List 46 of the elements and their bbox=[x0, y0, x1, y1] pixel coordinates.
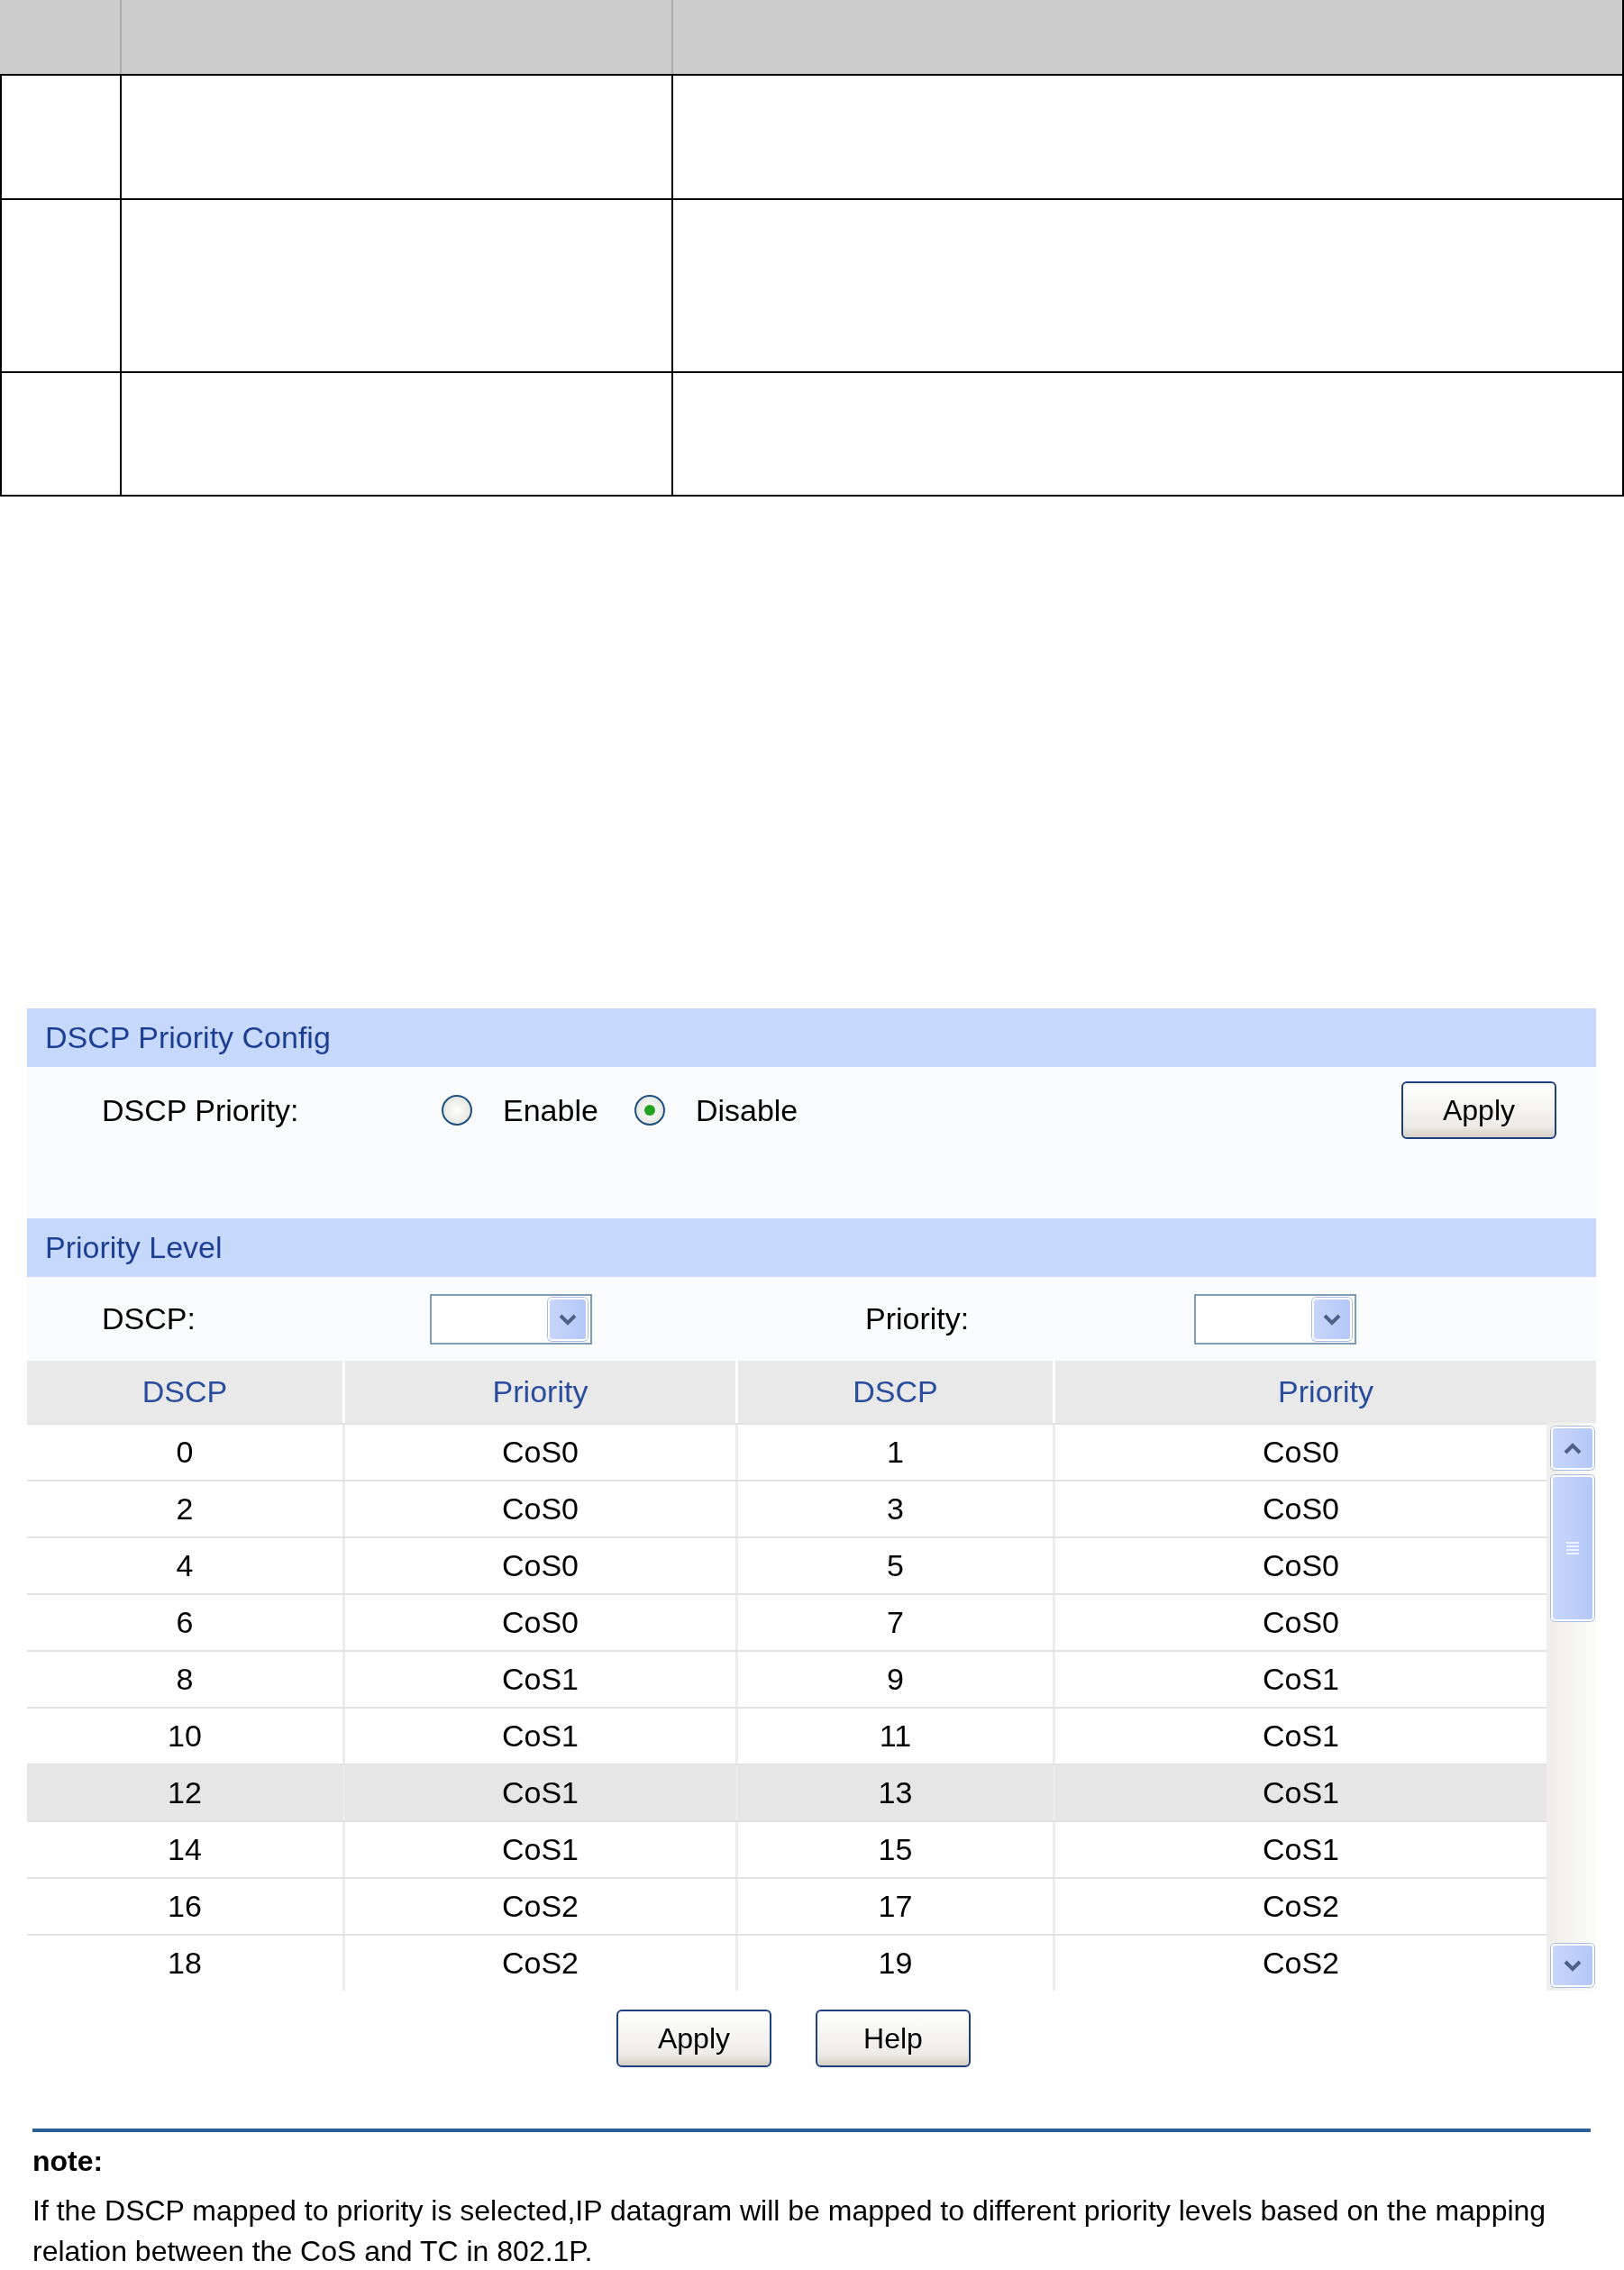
table-cell-text: 12 bbox=[167, 1774, 203, 1811]
down-chevron-icon bbox=[1322, 1312, 1342, 1326]
table-cell-text: 2 bbox=[175, 1491, 195, 1527]
table-cell-text: 4 bbox=[175, 1547, 195, 1584]
column-header: DSCP bbox=[141, 1373, 229, 1410]
dropdown-field[interactable] bbox=[430, 1293, 592, 1345]
section-title: Priority Level bbox=[45, 1230, 223, 1265]
grip-icon bbox=[1565, 1541, 1580, 1555]
table-cell-text: 10 bbox=[167, 1718, 203, 1755]
dropdown-field[interactable] bbox=[1194, 1293, 1356, 1345]
table-row[interactable]: 8 CoS1 9 CoS1 bbox=[27, 1650, 1546, 1707]
table-cell-text: 8 bbox=[175, 1661, 195, 1698]
table-row[interactable]: 4 CoS0 5 CoS0 bbox=[27, 1536, 1546, 1593]
radio-button[interactable] bbox=[442, 1095, 472, 1126]
apply-button[interactable]: Apply bbox=[616, 2010, 771, 2067]
scroll-up-button[interactable] bbox=[1551, 1427, 1594, 1470]
scrollbar-thumb[interactable] bbox=[1551, 1475, 1594, 1621]
radio-label: Enable bbox=[503, 1092, 598, 1128]
table-row[interactable]: 18 CoS2 19 CoS2 bbox=[27, 1934, 1546, 1991]
scroll-down-button[interactable] bbox=[1551, 1944, 1594, 1987]
help-button[interactable]: Help bbox=[816, 2010, 971, 2067]
table-cell-text: 0 bbox=[175, 1434, 195, 1471]
down-chevron-icon bbox=[558, 1312, 578, 1326]
radio-label: Disable bbox=[695, 1092, 798, 1128]
table-cell-text: 14 bbox=[167, 1831, 203, 1868]
table-row[interactable]: 0 CoS0 1 CoS0 bbox=[27, 1423, 1546, 1480]
table-cell-text: 16 bbox=[167, 1888, 203, 1925]
section-title: DSCP Priority Config bbox=[45, 1020, 331, 1055]
radio-button[interactable] bbox=[634, 1095, 665, 1126]
field-label: DSCP: bbox=[102, 1301, 196, 1336]
field-label: Priority: bbox=[865, 1301, 971, 1336]
table-cell-text: 6 bbox=[175, 1604, 195, 1641]
note-text: If the DSCP mapped to priority is selected,IP datagram will be mapped to different priority levels based on the mapping relation between the CoS and TC in 802.1P. bbox=[32, 2193, 1547, 2269]
table-row[interactable]: 12 CoS1 13 CoS1 bbox=[27, 1764, 1546, 1820]
up-chevron-icon bbox=[1563, 1442, 1583, 1454]
table-row[interactable]: 16 CoS2 17 CoS2 bbox=[27, 1877, 1546, 1934]
note-title: note: bbox=[32, 2145, 105, 2178]
down-chevron-icon bbox=[1563, 1959, 1583, 1972]
table-row[interactable]: 14 CoS1 15 CoS1 bbox=[27, 1820, 1546, 1877]
field-label: DSCP Priority: bbox=[102, 1092, 300, 1128]
table-row[interactable]: 10 CoS1 11 CoS1 bbox=[27, 1707, 1546, 1764]
apply-button[interactable]: Apply bbox=[1401, 1081, 1556, 1139]
table-row[interactable]: 6 CoS0 7 CoS0 bbox=[27, 1593, 1546, 1650]
table-row[interactable]: 2 CoS0 3 CoS0 bbox=[27, 1480, 1546, 1536]
scrollbar[interactable] bbox=[1546, 1423, 1596, 1991]
table-cell-text: 18 bbox=[167, 1945, 203, 1982]
